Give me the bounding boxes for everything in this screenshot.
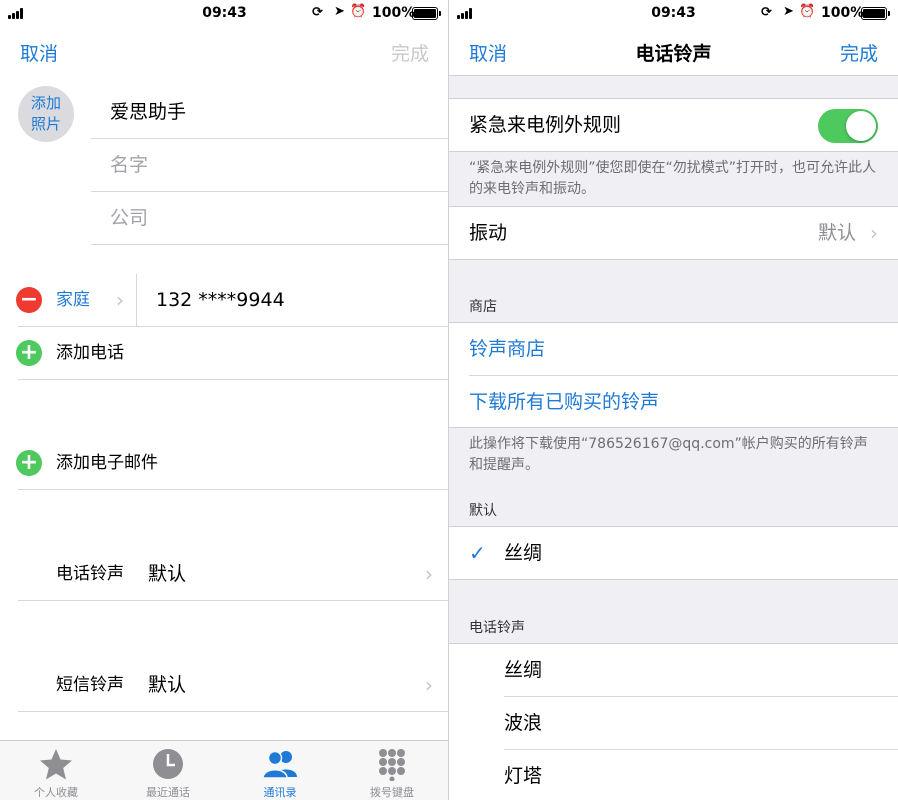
tab-contacts[interactable]: 通讯录: [224, 741, 336, 800]
chevron-right-icon: ›: [870, 221, 878, 245]
add-phone-label: 添加电话: [56, 343, 124, 363]
checkmark-icon: ✓: [469, 541, 486, 565]
nav-bar: 取消 电话铃声 完成: [449, 26, 898, 76]
tone-store-link[interactable]: 铃声商店: [469, 323, 545, 376]
default-section-header: 默认: [469, 503, 497, 519]
battery-percent: 100%: [372, 5, 416, 21]
keypad-icon: [379, 749, 405, 781]
add-phone-row[interactable]: + 添加电话: [16, 327, 449, 380]
ringtone-item[interactable]: 灯塔: [504, 750, 542, 800]
emergency-bypass-note: “紧急来电例外规则”使您即使在“勿扰模式”打开时，也可允许此人的来电铃声和振动。: [469, 160, 877, 197]
add-photo-label-1: 添加: [30, 94, 61, 112]
nav-bar: 取消 完成: [0, 26, 449, 76]
texttone-value: 默认: [148, 674, 187, 696]
ringtone-item[interactable]: 波浪: [504, 697, 542, 750]
alarm-icon: ⏰: [350, 4, 367, 19]
tab-label: 通讯录: [263, 786, 297, 799]
emergency-bypass-label: 紧急来电例外规则: [469, 114, 622, 136]
store-group: 铃声商店 下载所有已购买的铃声: [449, 322, 898, 428]
add-icon: +: [16, 450, 42, 476]
ringtone-list: 丝绸 波浪 灯塔: [449, 643, 898, 800]
default-ringtone-label: 丝绸: [504, 542, 543, 564]
texttone-row[interactable]: 短信铃声 默认 ›: [18, 659, 449, 712]
done-button[interactable]: 完成: [391, 39, 429, 66]
store-note: 此操作将下载使用“786526167@qq.com”帐户购买的所有铃声和提醒声。: [469, 436, 868, 473]
phone-row: − 家庭 › 132 ****9944: [16, 274, 449, 327]
delete-phone-button[interactable]: −: [16, 287, 42, 313]
last-name-field[interactable]: 爱思助手: [91, 86, 449, 139]
cancel-button[interactable]: 取消: [20, 39, 58, 66]
first-name-field[interactable]: 名字: [91, 139, 449, 192]
tab-label: 拨号键盘: [370, 786, 414, 799]
vibration-value: 默认: [817, 222, 856, 244]
ringtone-row[interactable]: 电话铃声 默认 ›: [18, 548, 449, 601]
edit-contact-screen: 09:43 ⟳ ➤ ⏰ 100% 取消 完成 添加 照片 爱思助手 名字 公司 …: [0, 0, 449, 800]
status-bar: 09:43 ⟳ ➤ ⏰ 100%: [449, 0, 898, 26]
chevron-right-icon: ›: [116, 288, 124, 312]
battery-icon: [412, 7, 438, 20]
add-photo-label-2: 照片: [30, 115, 61, 133]
add-icon: +: [16, 340, 42, 366]
add-email-label: 添加电子邮件: [56, 453, 158, 473]
alarm-icon: ⏰: [799, 4, 816, 19]
tab-keypad[interactable]: 拨号键盘: [336, 741, 448, 800]
tab-favorites[interactable]: 个人收藏: [0, 741, 112, 800]
add-photo-button[interactable]: 添加 照片: [18, 86, 74, 142]
ringtone-label: 电话铃声: [56, 564, 124, 584]
done-button[interactable]: 完成: [840, 39, 878, 66]
add-email-row[interactable]: + 添加电子邮件: [16, 437, 449, 490]
battery-icon: [861, 7, 887, 20]
location-icon: ➤: [334, 4, 345, 19]
ringtone-item[interactable]: 丝绸: [504, 644, 542, 697]
vibration-row[interactable]: 振动 默认 ›: [449, 206, 898, 260]
ringtone-screen: 09:43 ⟳ ➤ ⏰ 100% 取消 电话铃声 完成 紧急来电例外规则 “紧急…: [449, 0, 898, 800]
download-purchased-link[interactable]: 下载所有已购买的铃声: [469, 376, 659, 429]
contacts-icon: [262, 750, 297, 779]
ringtone-value: 默认: [148, 563, 187, 585]
ringtones-section-header: 电话铃声: [469, 620, 525, 636]
texttone-label: 短信铃声: [56, 675, 124, 695]
status-bar: 09:43 ⟳ ➤ ⏰ 100%: [0, 0, 449, 26]
tab-bar: 个人收藏 最近通话 通讯录 拨号键盘: [0, 740, 449, 800]
tab-label: 最近通话: [146, 786, 190, 799]
vibration-label: 振动: [469, 222, 508, 244]
phone-label-button[interactable]: 家庭: [56, 274, 90, 326]
emergency-bypass-toggle[interactable]: [818, 109, 878, 143]
star-icon: [40, 749, 72, 780]
rotation-lock-icon: ⟳: [312, 5, 323, 20]
store-section-header: 商店: [469, 299, 497, 315]
emergency-bypass-row: 紧急来电例外规则: [449, 98, 898, 152]
page-title: 电话铃声: [635, 43, 712, 65]
tab-recents[interactable]: 最近通话: [112, 741, 224, 800]
chevron-right-icon: ›: [425, 673, 433, 697]
clock-icon: [153, 749, 183, 779]
location-icon: ➤: [783, 4, 794, 19]
tab-label: 个人收藏: [34, 786, 78, 799]
rotation-lock-icon: ⟳: [761, 5, 772, 20]
phone-number-field[interactable]: 132 ****9944: [156, 274, 285, 326]
default-ringtone-row[interactable]: ✓ 丝绸: [449, 526, 898, 580]
company-field[interactable]: 公司: [91, 192, 449, 245]
battery-percent: 100%: [821, 5, 865, 21]
chevron-right-icon: ›: [425, 562, 433, 586]
